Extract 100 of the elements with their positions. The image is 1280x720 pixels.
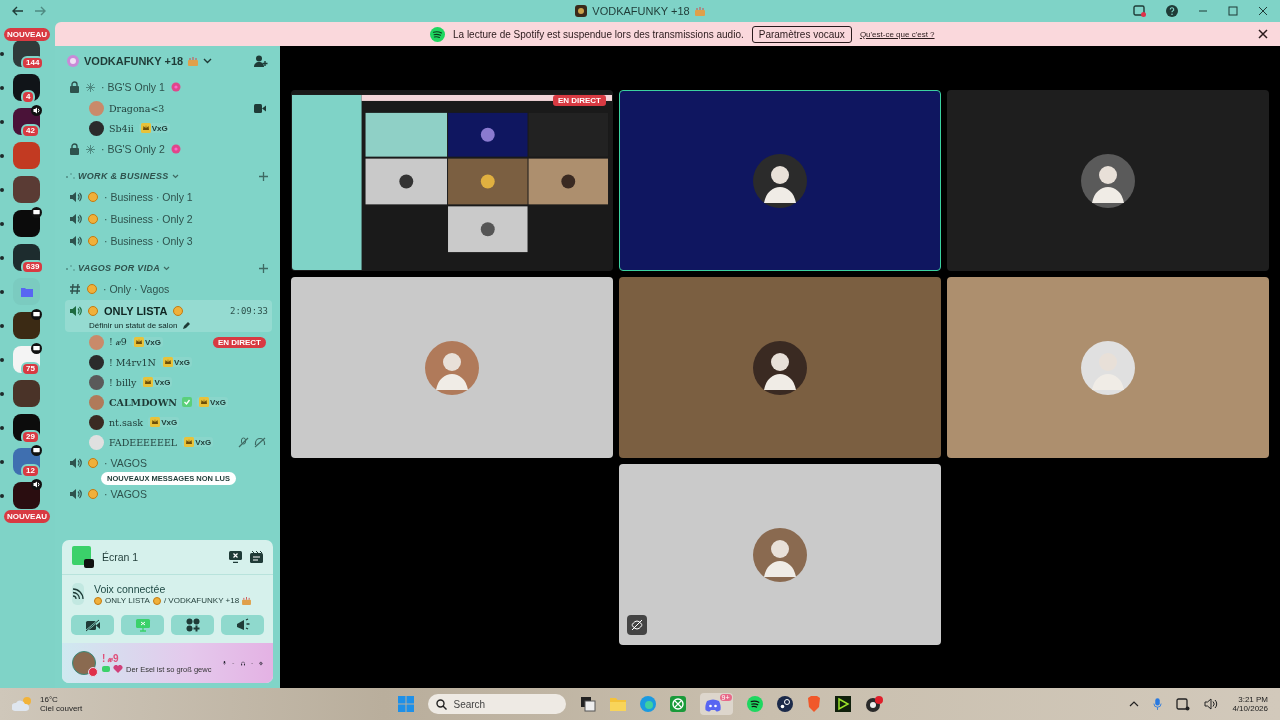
plus-icon[interactable] <box>259 171 268 181</box>
task-view-icon[interactable] <box>579 696 596 712</box>
search-field[interactable]: Search <box>427 694 566 714</box>
maximize-icon[interactable] <box>1228 6 1238 16</box>
play-icon[interactable] <box>834 696 851 712</box>
avatar[interactable] <box>72 651 96 675</box>
category-name[interactable]: WORK & BUSINESS <box>78 171 169 181</box>
activity-button[interactable] <box>171 615 214 635</box>
tag-text: VxG <box>161 417 178 427</box>
cake-icon <box>694 6 705 16</box>
video-tile[interactable] <box>947 277 1269 458</box>
record-icon[interactable] <box>864 696 883 712</box>
steam-icon[interactable] <box>776 696 793 712</box>
avatar <box>89 374 104 390</box>
video-tile[interactable] <box>619 90 941 271</box>
spotify-icon[interactable] <box>746 696 763 712</box>
cake-icon <box>188 56 199 66</box>
speaker-icon <box>69 213 82 225</box>
hidden-video-icon[interactable] <box>627 615 647 635</box>
member-name[interactable]: FADEEEEEEL <box>109 436 178 448</box>
category-name[interactable]: VAGOS POR VIDA <box>78 263 161 273</box>
emoji-icon <box>88 306 98 316</box>
channel-name: · Business · Only 3 <box>104 235 193 247</box>
avatar <box>89 354 104 370</box>
soundboard-button[interactable] <box>221 615 264 635</box>
channel-item[interactable]: · BG'S Only 1 <box>65 76 272 98</box>
lock-icon <box>69 81 80 93</box>
channel-name: · Business · Only 2 <box>104 213 193 225</box>
member-name[interactable]: ! 𝓍9 <box>109 336 127 348</box>
selected-channel[interactable]: ONLY LISTA 2:09:33 Définir un statut de salon <box>65 300 272 332</box>
sparkle-icon <box>65 172 75 180</box>
channel-item[interactable]: · VAGOS <box>65 452 272 474</box>
avatar <box>89 334 104 350</box>
new-badge[interactable]: NOUVEAU <box>4 28 50 41</box>
server-icon[interactable] <box>13 210 40 237</box>
sparkle-icon <box>65 264 75 272</box>
member-name[interactable]: CALMDOWN <box>109 396 177 408</box>
emoji-icon <box>88 458 98 468</box>
avatar <box>89 100 104 116</box>
info-link[interactable]: Qu'est-ce que c'est ? <box>859 29 935 39</box>
clock-time[interactable]: 3:21 PM <box>1238 695 1268 704</box>
volume-icon[interactable] <box>1204 698 1219 710</box>
video-tile[interactable] <box>291 277 613 458</box>
member-name[interactable]: ! M4rv1N <box>109 356 156 368</box>
server-name[interactable]: VODKAFUNKY +18 <box>84 55 184 67</box>
temperature: 16°C <box>40 695 59 704</box>
snowflake-icon <box>86 144 95 154</box>
stream-title: Écran 1 <box>102 551 139 563</box>
server-icon[interactable] <box>13 312 40 339</box>
device-icon[interactable] <box>1176 697 1191 711</box>
member-name[interactable]: ! billy <box>109 376 137 388</box>
unread-count-badge: 4 <box>21 90 36 104</box>
unread-dot <box>0 153 4 158</box>
xbox-icon[interactable] <box>669 696 686 712</box>
activities-icon <box>185 618 200 632</box>
video-tile[interactable] <box>619 464 941 645</box>
tag-text: VxG <box>195 437 212 447</box>
camera-button[interactable] <box>71 615 114 635</box>
chevron-up-icon[interactable] <box>1129 701 1140 707</box>
chevron-down-icon[interactable] <box>203 58 213 64</box>
channel-item[interactable]: · Business · Only 2 <box>65 208 272 230</box>
voice-settings-button[interactable]: Paramètres vocaux <box>751 25 852 43</box>
add-member-icon[interactable] <box>254 54 268 68</box>
unread-count-badge: 144 <box>21 56 45 70</box>
signal-icon[interactable] <box>72 583 84 605</box>
channel-name: ONLY LISTA <box>104 305 168 317</box>
voice-status[interactable]: Voix connectée <box>94 583 252 595</box>
member-name[interactable]: Sb4ii <box>109 122 134 134</box>
back-arrow-icon[interactable] <box>12 6 24 16</box>
clock-date[interactable]: 4/10/2026 <box>1232 704 1268 713</box>
channel-item[interactable]: · Only · Vagos <box>65 278 272 300</box>
tag-text: VxG <box>151 123 168 133</box>
inbox-icon[interactable] <box>1133 5 1146 17</box>
new-badge[interactable]: NOUVEAU <box>4 510 50 523</box>
channel-item[interactable]: · BG'S Only 2 <box>65 138 272 160</box>
crown-icon <box>184 437 195 447</box>
close-icon[interactable] <box>1258 6 1268 16</box>
member-name[interactable]: nt.sask <box>109 416 144 428</box>
chevron-down-icon[interactable] <box>163 265 171 271</box>
channel-name: · BG'S Only 2 <box>101 143 165 155</box>
video-tile[interactable]: EN DIRECT <box>291 90 613 271</box>
unread-dot <box>0 425 4 430</box>
channel-item[interactable]: · VAGOS <box>65 483 272 505</box>
flower-icon <box>170 144 181 154</box>
unread-dot <box>0 187 4 192</box>
live-badge: EN DIRECT <box>552 95 606 106</box>
server-icon[interactable] <box>13 482 40 509</box>
member-name[interactable]: Dragona<3 <box>109 102 165 114</box>
stream-settings-icon[interactable] <box>250 551 263 563</box>
video-tile[interactable] <box>947 90 1269 271</box>
server-icon[interactable] <box>13 380 40 407</box>
chevron-down-icon[interactable] <box>171 173 179 179</box>
close-icon[interactable] <box>1258 29 1268 39</box>
elapsed-time: 2:09:33 <box>230 306 268 316</box>
channel-item[interactable]: · Business · Only 3 <box>65 230 272 252</box>
stop-stream-icon[interactable] <box>229 551 242 563</box>
help-icon[interactable] <box>1166 5 1178 17</box>
channel-item[interactable]: · Business · Only 1 <box>65 186 272 208</box>
video-tile[interactable] <box>619 277 941 458</box>
plus-icon[interactable] <box>259 263 268 273</box>
